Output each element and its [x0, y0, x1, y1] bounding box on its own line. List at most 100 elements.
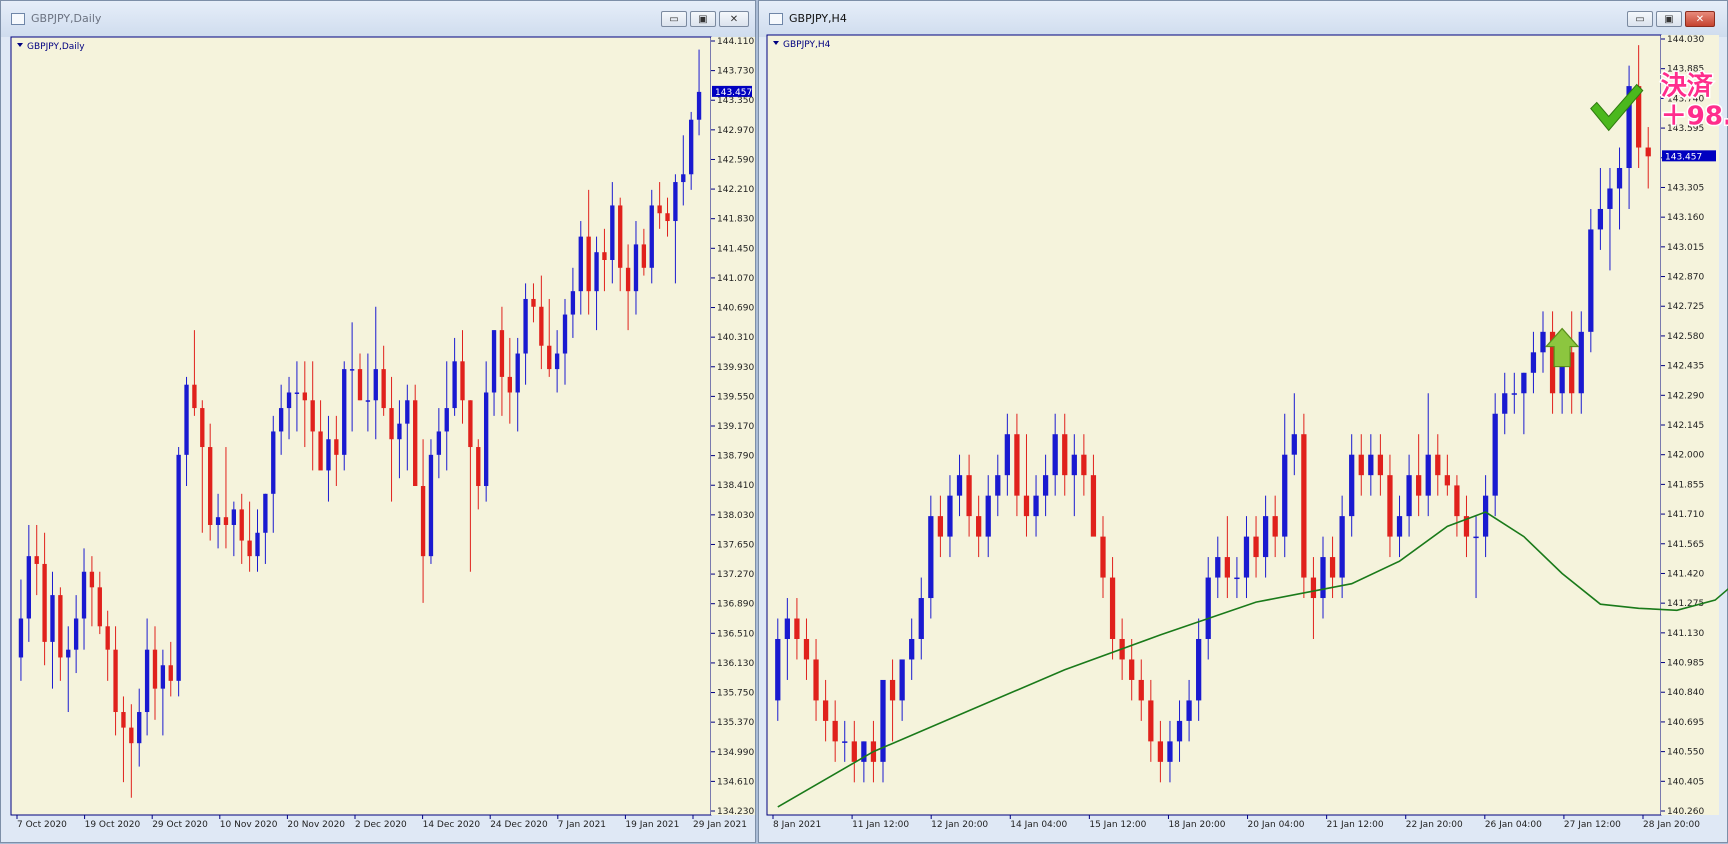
candle — [294, 392, 300, 394]
candle — [1205, 577, 1211, 639]
y-tick-label: 143.160 — [1667, 213, 1704, 223]
y-tick-label: 134.230 — [717, 807, 754, 817]
candle — [1071, 454, 1077, 476]
daily-candlestick-chart[interactable]: 144.110143.730143.350142.970142.590142.2… — [1, 1, 757, 844]
x-tick-label: 18 Jan 20:00 — [1168, 820, 1225, 830]
candle — [58, 595, 63, 658]
y-tick-label: 141.450 — [717, 244, 754, 254]
current-price-label: 143.457 — [715, 88, 752, 98]
y-tick-label: 141.855 — [1667, 480, 1704, 490]
candle — [73, 618, 79, 650]
candle — [176, 454, 181, 681]
candle — [326, 439, 331, 471]
candle — [302, 392, 307, 401]
y-tick-label: 141.420 — [1667, 569, 1704, 579]
candle — [794, 618, 800, 639]
y-tick-label: 140.840 — [1667, 688, 1704, 698]
y-tick-label: 144.030 — [1667, 35, 1704, 45]
y-tick-label: 140.985 — [1667, 659, 1704, 669]
candle — [89, 571, 95, 588]
x-tick-label: 27 Jan 12:00 — [1564, 820, 1621, 830]
x-tick-label: 14 Dec 2020 — [423, 820, 481, 830]
candle — [1138, 679, 1144, 701]
candle — [696, 91, 702, 120]
y-tick-label: 143.015 — [1667, 243, 1704, 253]
x-tick-label: 8 Jan 2021 — [773, 820, 821, 830]
candle — [1530, 352, 1537, 373]
candle — [1234, 577, 1240, 580]
candle — [813, 659, 819, 701]
candle — [1100, 536, 1106, 578]
candle — [499, 330, 505, 377]
candle — [389, 408, 394, 440]
candle — [1435, 454, 1441, 476]
candle — [1224, 557, 1230, 578]
candle — [1282, 454, 1288, 537]
y-tick-label: 142.580 — [1667, 332, 1704, 342]
candle — [1262, 516, 1269, 558]
candle — [342, 369, 347, 455]
candle — [1253, 536, 1259, 558]
candle — [476, 447, 481, 487]
candle — [271, 431, 276, 494]
candle — [547, 345, 552, 370]
candle — [121, 712, 126, 728]
chart-symbol-label: GBPJPY,Daily — [27, 42, 85, 52]
candle — [50, 595, 55, 642]
x-tick-label: 20 Nov 2020 — [287, 820, 345, 830]
x-tick-label: 29 Jan 2021 — [693, 820, 747, 830]
y-tick-label: 142.870 — [1667, 273, 1704, 283]
candle — [1406, 475, 1412, 517]
candle — [460, 361, 465, 401]
candle — [507, 376, 512, 393]
candle — [539, 306, 544, 346]
candle — [1588, 229, 1594, 332]
candle — [160, 665, 166, 689]
y-tick-label: 140.690 — [717, 304, 754, 314]
candle — [523, 298, 528, 354]
x-tick-label: 2 Dec 2020 — [355, 820, 407, 830]
candle — [775, 638, 781, 701]
candle — [137, 712, 142, 744]
candle — [554, 353, 560, 370]
y-tick-label: 141.710 — [1667, 510, 1704, 520]
candle — [97, 587, 102, 627]
candle — [1320, 557, 1326, 599]
candle — [586, 236, 591, 292]
candle — [1377, 454, 1384, 476]
y-tick-label: 140.695 — [1667, 718, 1704, 728]
candle — [405, 400, 410, 424]
y-tick-label: 138.410 — [717, 481, 754, 491]
candle — [602, 252, 607, 260]
candle — [1081, 454, 1087, 476]
candle — [1597, 208, 1604, 230]
candle — [1090, 475, 1097, 537]
candle — [531, 298, 536, 307]
candle — [1521, 372, 1527, 394]
candle — [318, 431, 323, 471]
candle — [570, 291, 576, 315]
candle — [1014, 434, 1020, 496]
candle — [26, 556, 31, 619]
candle — [278, 408, 284, 432]
candle — [1129, 659, 1135, 680]
candle — [436, 431, 442, 455]
y-tick-label: 140.310 — [717, 333, 754, 343]
candle — [247, 540, 252, 557]
candle — [255, 532, 260, 557]
h4-candlestick-chart[interactable]: 144.030143.885143.740143.595143.450143.3… — [759, 1, 1728, 844]
candle — [995, 475, 1001, 496]
candle — [381, 369, 386, 409]
candle — [928, 516, 934, 599]
candle — [673, 182, 678, 222]
candle — [937, 516, 944, 537]
y-tick-label: 142.590 — [717, 155, 754, 165]
x-tick-label: 22 Jan 20:00 — [1406, 820, 1463, 830]
y-tick-label: 142.210 — [717, 185, 754, 195]
y-tick-label: 141.130 — [1667, 629, 1704, 639]
candle — [310, 400, 315, 432]
candle — [1482, 495, 1489, 537]
y-tick-label: 136.890 — [717, 600, 754, 610]
candle — [468, 400, 473, 448]
candle — [1215, 557, 1221, 578]
